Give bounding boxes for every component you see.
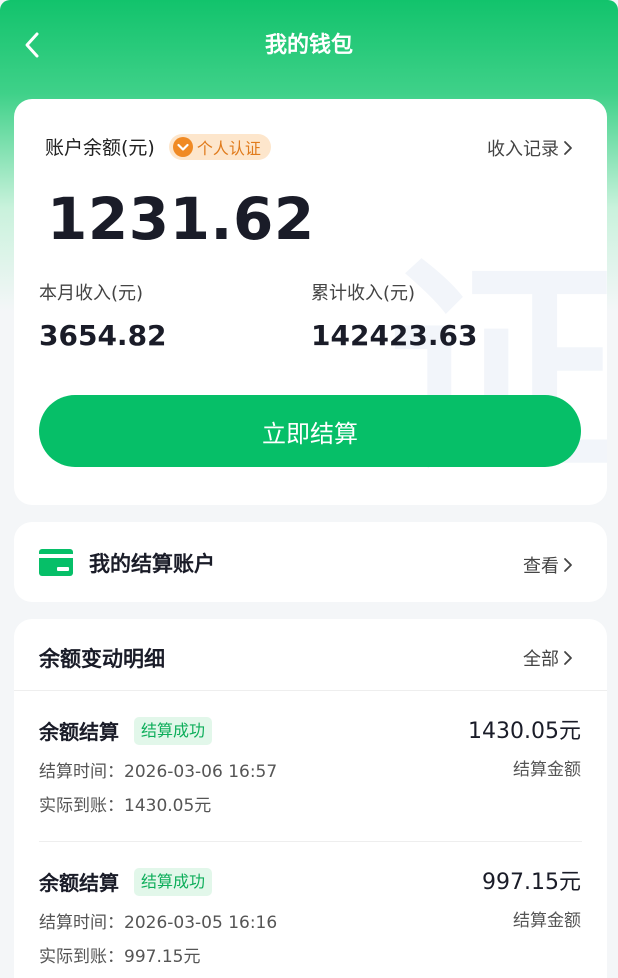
view-account-label: 查看 [523, 556, 559, 577]
list-item[interactable]: 余额结算 结算成功 1430.05元 结算时间：2026-03-06 16:57… [14, 717, 607, 867]
tx-received: 实际到账：997.15元 [39, 947, 201, 967]
status-badge: 结算成功 [134, 868, 213, 896]
total-income-value: 142423.63 [311, 319, 478, 352]
status-badge: 结算成功 [134, 717, 213, 745]
chevron-right-icon [564, 651, 572, 665]
balance-card: 证 账户余额(元) 个人认证 收入记录 1231.62 本月收入(元) 3654… [14, 99, 607, 505]
divider [14, 690, 607, 691]
page-title: 我的钱包 [264, 33, 353, 58]
balance-details-card: 余额变动明细 全部 余额结算 结算成功 1430.05元 结算时间：2026-0… [14, 619, 607, 978]
card-icon [39, 549, 73, 576]
income-record-link[interactable]: 收入记录 [487, 135, 573, 161]
all-details-label: 全部 [523, 649, 559, 670]
tx-time: 结算时间：2026-03-05 16:16 [39, 913, 278, 933]
nav-bar: 我的钱包 [0, 0, 618, 92]
tx-amount-label: 结算金额 [513, 911, 581, 931]
chevron-right-icon [564, 558, 572, 572]
all-details-link[interactable]: 全部 [523, 645, 573, 671]
settlement-account-title: 我的结算账户 [89, 552, 215, 576]
tx-amount: 1430.05元 [468, 719, 581, 744]
verify-badge: 个人认证 [168, 133, 271, 160]
total-income-label: 累计收入(元) [311, 283, 416, 304]
tx-title: 余额结算 [39, 871, 119, 895]
details-title: 余额变动明细 [39, 647, 165, 671]
tx-title: 余额结算 [39, 720, 119, 744]
month-income-value: 3654.82 [39, 319, 167, 352]
settle-now-button[interactable]: 立即结算 [39, 395, 581, 467]
tx-amount: 997.15元 [482, 870, 581, 895]
view-account-link[interactable]: 查看 [523, 552, 573, 578]
income-record-label: 收入记录 [487, 139, 559, 160]
month-income-label: 本月收入(元) [39, 283, 144, 304]
check-icon [172, 136, 193, 157]
list-item[interactable]: 余额结算 结算成功 997.15元 结算时间：2026-03-05 16:16 … [14, 868, 607, 978]
balance-label: 账户余额(元) [45, 137, 155, 159]
tx-amount-label: 结算金额 [513, 760, 581, 780]
verify-badge-label: 个人认证 [196, 138, 261, 158]
balance-header: 账户余额(元) 个人认证 [45, 133, 271, 160]
settlement-account-card[interactable]: 我的结算账户 查看 [14, 522, 607, 602]
divider [39, 841, 582, 842]
tx-received: 实际到账：1430.05元 [39, 796, 212, 816]
balance-value: 1231.62 [47, 185, 315, 253]
chevron-right-icon [564, 141, 572, 155]
tx-time: 结算时间：2026-03-06 16:57 [39, 762, 278, 782]
